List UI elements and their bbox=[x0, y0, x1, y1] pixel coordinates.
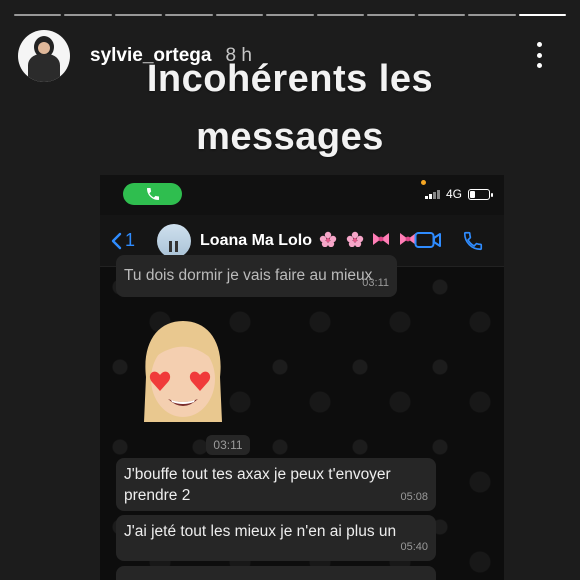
ribbon-icon bbox=[373, 233, 390, 245]
story-progress-bar bbox=[14, 14, 566, 17]
progress-segment bbox=[64, 14, 112, 16]
chevron-left-icon bbox=[111, 232, 122, 249]
voice-call-icon[interactable] bbox=[462, 230, 484, 252]
progress-segment bbox=[316, 14, 365, 16]
cherry-blossom-icon bbox=[320, 231, 337, 247]
message-text: Tu dois dormir je vais faire au mieux bbox=[124, 267, 373, 284]
contact-avatar[interactable] bbox=[157, 223, 192, 258]
message-bubble-partial[interactable] bbox=[116, 566, 436, 580]
progress-segment bbox=[114, 14, 163, 16]
progress-segment bbox=[14, 14, 62, 16]
story-caption-line-1: Incohérents les bbox=[146, 58, 434, 100]
progress-segment bbox=[266, 14, 314, 16]
chat-area[interactable]: Tu dois dormir je vais faire au mieux 03… bbox=[100, 255, 504, 580]
video-call-icon[interactable] bbox=[414, 230, 442, 250]
progress-segment bbox=[215, 14, 264, 16]
message-time: 03:11 bbox=[362, 277, 389, 289]
contact-name-text: Loana Ma Lolo bbox=[200, 232, 313, 249]
active-call-pill[interactable] bbox=[123, 183, 182, 205]
progress-segment bbox=[468, 14, 516, 16]
cherry-blossom-icon bbox=[346, 231, 364, 247]
sticker-time: 03:11 bbox=[206, 435, 250, 455]
message-bubble[interactable]: Tu dois dormir je vais faire au mieux 03… bbox=[116, 255, 397, 297]
phone-icon bbox=[146, 188, 159, 200]
progress-segment bbox=[367, 14, 415, 16]
progress-segment bbox=[165, 14, 213, 16]
message-bubble[interactable]: J'ai jeté tout les mieux je n'en ai plus… bbox=[116, 515, 436, 561]
unread-count: 1 bbox=[125, 230, 136, 250]
back-button[interactable]: 1 bbox=[110, 230, 135, 251]
message-time: 05:40 bbox=[400, 541, 428, 553]
progress-segment bbox=[417, 14, 466, 16]
message-time: 05:08 bbox=[400, 491, 428, 503]
message-text: J'ai jeté tout les mieux je n'en ai plus… bbox=[124, 523, 397, 540]
message-bubble[interactable]: J'bouffe tout tes axax je peux t'envoyer… bbox=[116, 458, 436, 511]
story-caption-line-2: messages bbox=[196, 116, 384, 158]
progress-segment-current bbox=[518, 14, 566, 16]
message-text: J'bouffe tout tes axax je peux t'envoyer… bbox=[124, 466, 391, 504]
contact-name[interactable]: Loana Ma Lolo bbox=[200, 231, 418, 250]
mic-indicator-dot bbox=[421, 180, 426, 185]
battery-icon bbox=[468, 188, 493, 200]
memoji-heart-eyes-sticker[interactable] bbox=[138, 317, 228, 429]
network-type: 4G bbox=[445, 187, 462, 201]
chat-screenshot: 4G 1 Loana Ma Lolo Tu dois dormir je vai… bbox=[100, 175, 504, 580]
signal-icon bbox=[424, 189, 440, 199]
status-bar: 4G bbox=[100, 175, 504, 215]
